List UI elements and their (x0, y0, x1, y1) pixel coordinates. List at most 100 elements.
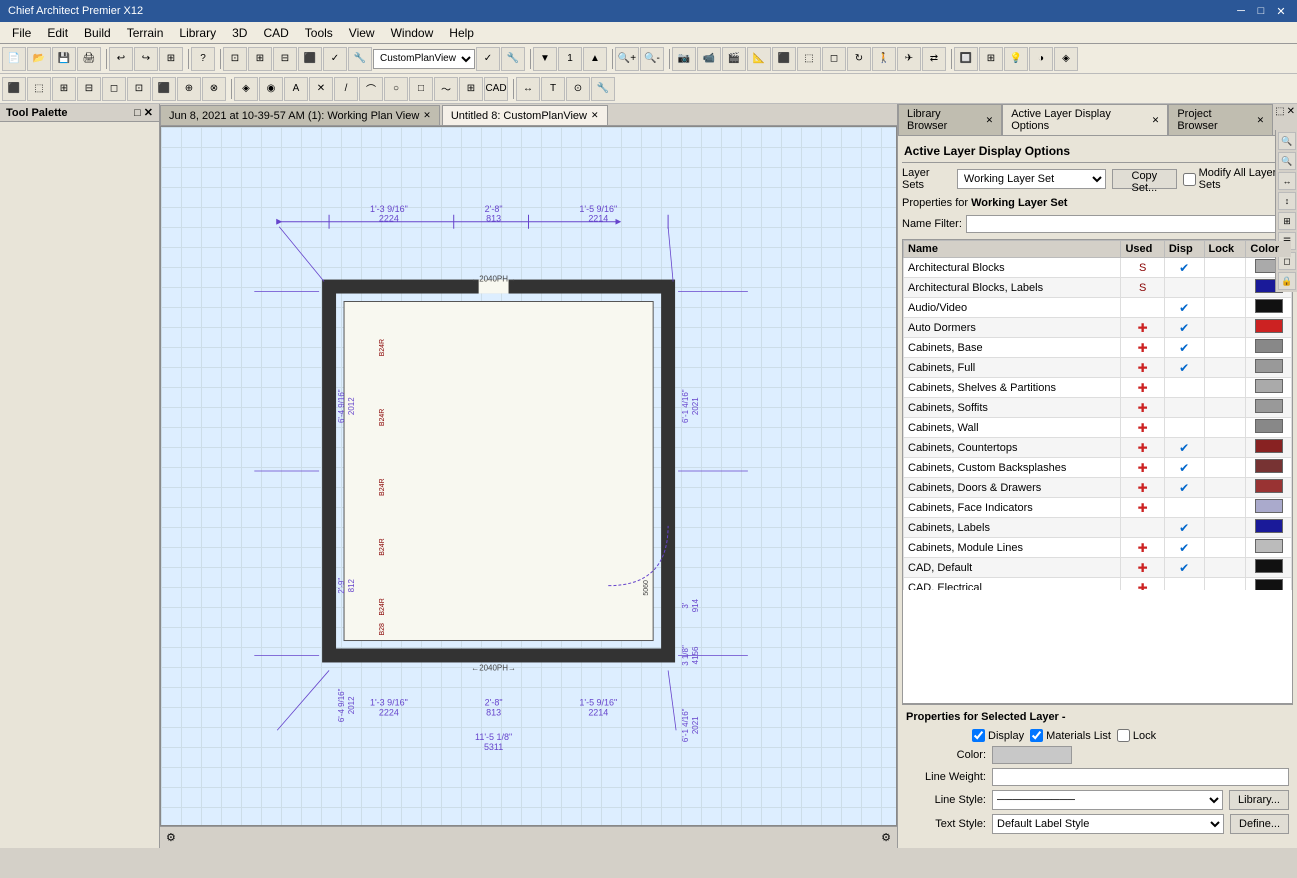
drawing-area[interactable]: Untitled 8: CustomPlanView ✕ (160, 126, 897, 826)
layer-color[interactable] (1246, 558, 1292, 578)
table-row[interactable]: Cabinets, Soffits ✚ (904, 398, 1292, 418)
text-style-select[interactable]: Default Label Style (992, 814, 1224, 834)
sync-btn[interactable]: ⇄ (922, 47, 946, 71)
table-row[interactable]: Cabinets, Shelves & Partitions ✚ (904, 378, 1292, 398)
tb2-16[interactable]: ○ (384, 77, 408, 101)
edge-btn-2[interactable]: 🔍 (1278, 152, 1296, 170)
layer-lock[interactable] (1204, 418, 1246, 438)
tab-project-close[interactable]: ✕ (1257, 115, 1265, 126)
drawing-canvas[interactable]: 1'-3 9/16" 2224 2'-8" 813 1'-5 9/16" 221… (161, 127, 896, 825)
walk-btn[interactable]: 🚶 (872, 47, 896, 71)
menu-cad[interactable]: CAD (255, 24, 296, 42)
layer-color[interactable] (1246, 578, 1292, 591)
menu-edit[interactable]: Edit (39, 24, 76, 42)
tb2-14[interactable]: / (334, 77, 358, 101)
tab-working-plan[interactable]: Jun 8, 2021 at 10-39-57 AM (1): Working … (160, 105, 440, 125)
line-weight-input[interactable]: 18 (992, 768, 1289, 786)
col-color[interactable]: Color (1246, 241, 1292, 258)
edge-btn-4[interactable]: ↕ (1278, 192, 1296, 210)
layer-color[interactable] (1246, 378, 1292, 398)
name-filter-input[interactable] (966, 215, 1278, 233)
tool-palette-controls[interactable]: □ ✕ (134, 106, 153, 119)
table-row[interactable]: Architectural Blocks, Labels S (904, 278, 1292, 298)
tab-library-browser[interactable]: Library Browser ✕ (898, 104, 1002, 135)
layer-disp[interactable]: ✔ (1164, 258, 1204, 278)
redo-btn[interactable]: ↪ (134, 47, 158, 71)
layer-disp[interactable] (1164, 398, 1204, 418)
tb2-12[interactable]: A (284, 77, 308, 101)
orbit-btn[interactable]: ↻ (847, 47, 871, 71)
copy-set-btn[interactable]: Copy Set... (1112, 169, 1177, 189)
layer-disp[interactable] (1164, 578, 1204, 591)
layer-color[interactable] (1246, 518, 1292, 538)
layer-disp[interactable]: ✔ (1164, 438, 1204, 458)
tab-custom-plan[interactable]: Untitled 8: CustomPlanView ✕ (442, 105, 608, 125)
tb2-11[interactable]: ◉ (259, 77, 283, 101)
window-controls[interactable]: ─ □ ✕ (1233, 3, 1289, 19)
layer-lock[interactable] (1204, 458, 1246, 478)
layer-disp[interactable]: ✔ (1164, 558, 1204, 578)
menu-help[interactable]: Help (441, 24, 482, 42)
table-row[interactable]: Cabinets, Module Lines ✚ ✔ (904, 538, 1292, 558)
table-row[interactable]: Auto Dormers ✚ ✔ (904, 318, 1292, 338)
materials-list-checkbox[interactable] (1030, 729, 1043, 742)
layer-disp[interactable] (1164, 278, 1204, 298)
floor-num[interactable]: 1 (558, 47, 582, 71)
layer-disp[interactable] (1164, 378, 1204, 398)
view-wrench[interactable]: 🔧 (501, 47, 525, 71)
toolbar-btn3[interactable]: ⊟ (273, 47, 297, 71)
tab-project-browser[interactable]: Project Browser ✕ (1168, 104, 1273, 135)
layer-lock[interactable] (1204, 298, 1246, 318)
status-icon[interactable]: ⚙ (166, 831, 176, 844)
layer-color[interactable] (1246, 338, 1292, 358)
table-row[interactable]: Cabinets, Countertops ✚ ✔ (904, 438, 1292, 458)
menu-terrain[interactable]: Terrain (119, 24, 172, 42)
tb2-2[interactable]: ⬚ (27, 77, 51, 101)
layer-lock[interactable] (1204, 498, 1246, 518)
status-settings[interactable]: ⚙ (881, 831, 891, 844)
maximize-btn[interactable]: □ (1253, 3, 1269, 19)
dimension-btn[interactable]: ↔ (516, 77, 540, 101)
menu-window[interactable]: Window (383, 24, 442, 42)
fly-btn[interactable]: ✈ (897, 47, 921, 71)
video-btn[interactable]: 📹 (697, 47, 721, 71)
tb2-17[interactable]: □ (409, 77, 433, 101)
layer-table-scroll[interactable]: Name Used Disp Lock Color Architectural … (903, 240, 1292, 590)
tab-library-close[interactable]: ✕ (986, 115, 994, 126)
col-lock[interactable]: Lock (1204, 241, 1246, 258)
layer-color[interactable] (1246, 438, 1292, 458)
layer-color[interactable] (1246, 398, 1292, 418)
toolbar-btn6[interactable]: 🔧 (348, 47, 372, 71)
table-row[interactable]: Cabinets, Wall ✚ (904, 418, 1292, 438)
layer-disp[interactable]: ✔ (1164, 338, 1204, 358)
layer-lock[interactable] (1204, 378, 1246, 398)
layer-disp[interactable]: ✔ (1164, 458, 1204, 478)
tab-custom-plan-close[interactable]: ✕ (591, 110, 599, 121)
tab-working-plan-close[interactable]: ✕ (423, 110, 431, 121)
plan-btn[interactable]: 📐 (747, 47, 771, 71)
render-btn[interactable]: 🎬 (722, 47, 746, 71)
toolbar-btn1[interactable]: ⊡ (223, 47, 247, 71)
modify-all-checkbox[interactable] (1183, 173, 1196, 186)
library-btn[interactable]: Library... (1229, 790, 1289, 810)
tb2-19[interactable]: ⊞ (459, 77, 483, 101)
camera-btn[interactable]: 📷 (672, 47, 696, 71)
layer-lock[interactable] (1204, 358, 1246, 378)
table-row[interactable]: Architectural Blocks S ✔ (904, 258, 1292, 278)
toolbar-btn5[interactable]: ✓ (323, 47, 347, 71)
tb2-5[interactable]: ◻ (102, 77, 126, 101)
elev-btn[interactable]: ⬛ (772, 47, 796, 71)
layer-color[interactable] (1246, 298, 1292, 318)
tb2-3[interactable]: ⊞ (52, 77, 76, 101)
col-name[interactable]: Name (904, 241, 1121, 258)
define-btn[interactable]: Define... (1230, 814, 1289, 834)
layer-lock[interactable] (1204, 538, 1246, 558)
toolbar-btn4[interactable]: ⬛ (298, 47, 322, 71)
layer-lock[interactable] (1204, 578, 1246, 591)
text-btn[interactable]: T (541, 77, 565, 101)
display-checkbox[interactable] (972, 729, 985, 742)
color-swatch-selected[interactable] (992, 746, 1072, 764)
minimize-btn[interactable]: ─ (1233, 3, 1249, 19)
tab-aldo-close[interactable]: ✕ (1152, 115, 1160, 126)
layer-lock[interactable] (1204, 278, 1246, 298)
